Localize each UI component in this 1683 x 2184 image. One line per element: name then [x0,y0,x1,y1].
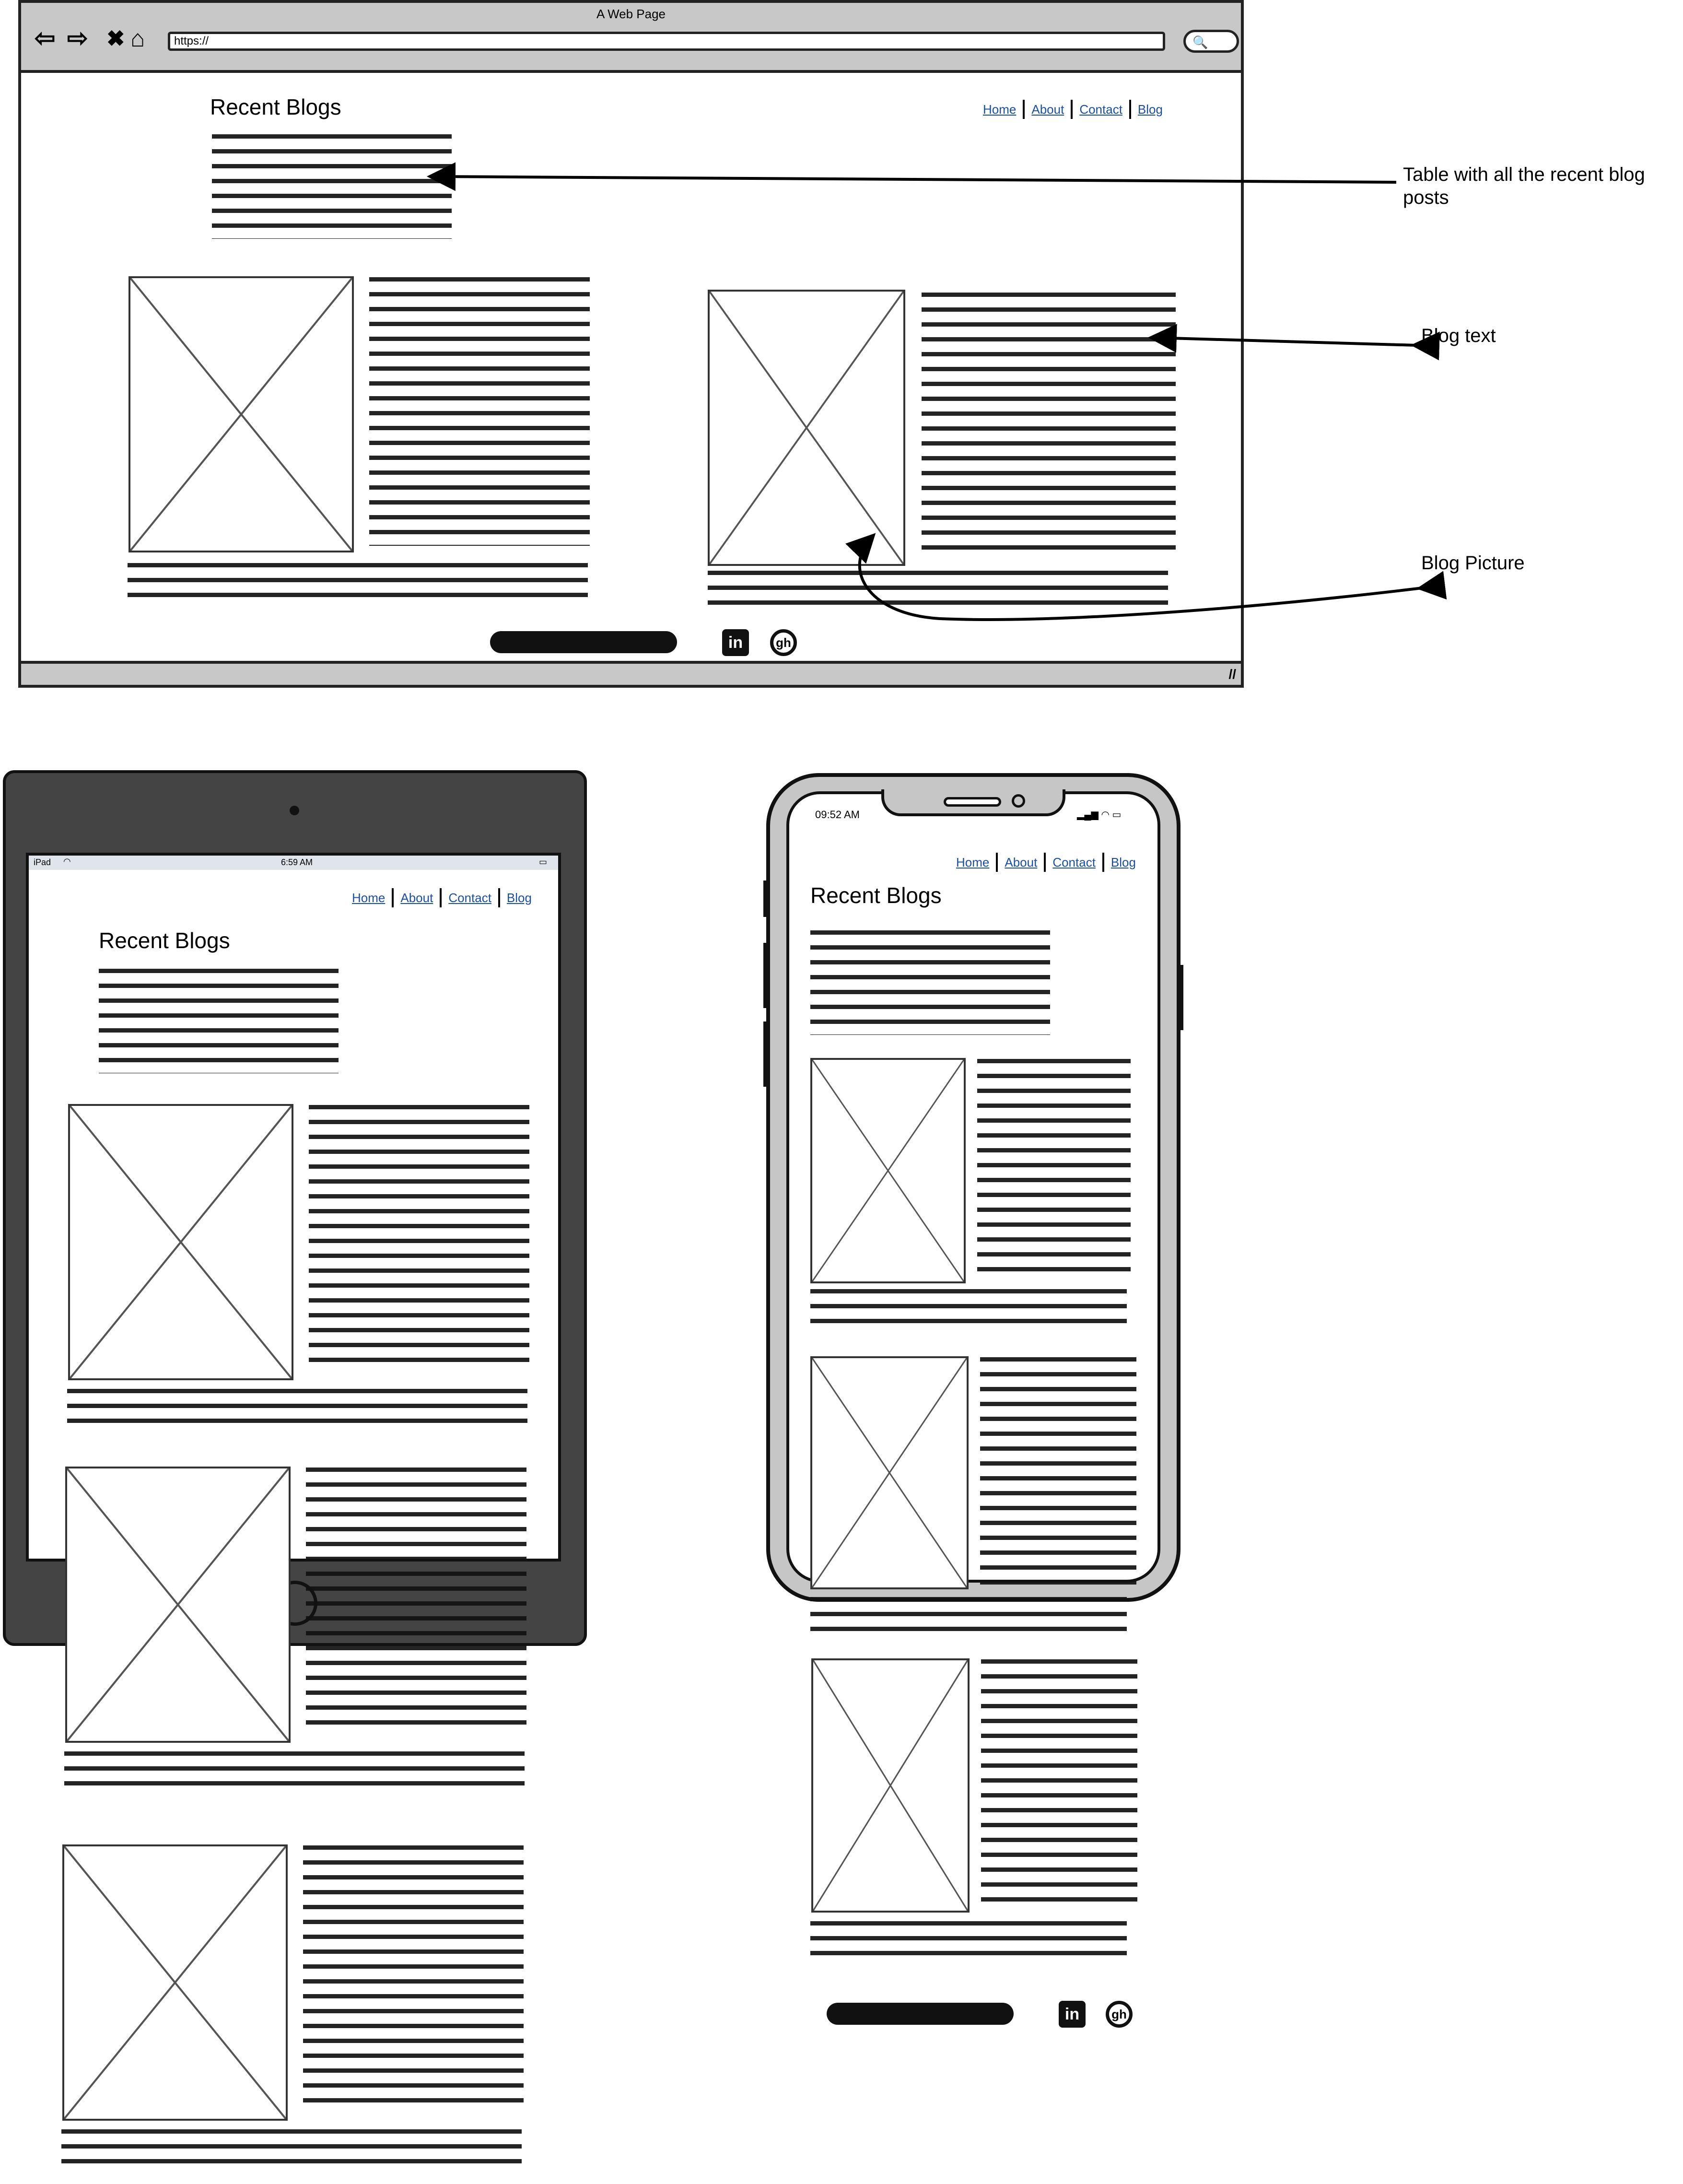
blog-text-placeholder [981,1659,1137,1909]
page-title: Recent Blogs [810,883,942,908]
page-title: Recent Blogs [99,928,230,953]
annotation-blog-picture: Blog Picture [1421,552,1525,574]
footer-logo-placeholder [827,2003,1014,2025]
nav-separator [392,888,394,907]
nav-link-blog[interactable]: Blog [1111,855,1136,870]
blog-picture-placeholder [62,1844,288,2121]
annotation-blog-text: Blog text [1421,325,1496,346]
blog-text-placeholder [810,1921,1127,1962]
tablet-clock: 6:59 AM [281,857,313,867]
nav-menu: Home About Contact Blog [352,888,532,907]
nav-separator [1102,853,1104,872]
blog-text-placeholder [977,1059,1131,1278]
annotation-arrow-table [427,162,1397,191]
blog-text-placeholder [67,1389,527,1430]
nav-separator [440,888,442,907]
linkedin-icon[interactable]: in [1059,2001,1086,2028]
tablet-status-bar: iPad ◠ 6:59 AM ▭ [29,856,558,870]
blog-text-placeholder [810,1289,1127,1330]
blog-picture-placeholder [810,1356,969,1589]
nav-separator [996,853,998,872]
blog-picture-placeholder [810,1058,966,1283]
blog-text-placeholder [64,1751,525,1793]
intro-text-placeholder [810,930,1050,1035]
blog-picture-placeholder [811,1658,970,1913]
blog-text-placeholder [980,1357,1136,1587]
github-icon[interactable]: gh [1106,2001,1133,2028]
blog-text-placeholder [303,1845,524,2112]
blog-picture-placeholder [68,1104,293,1380]
tablet-camera [290,806,299,815]
annotation-arrow-blog-picture [845,533,1447,621]
nav-link-home[interactable]: Home [352,891,385,905]
intro-text-placeholder [99,969,339,1073]
nav-link-contact[interactable]: Contact [1052,855,1096,870]
nav-link-contact[interactable]: Contact [448,891,491,905]
nav-separator [498,888,500,907]
phone-speaker [944,797,1001,807]
annotation-arrow-blog-text [1148,324,1440,361]
battery-icon: ▭ [539,857,548,867]
tablet-device-label: iPad [34,857,51,867]
blog-text-placeholder [306,1468,526,1734]
nav-link-blog[interactable]: Blog [507,891,532,905]
signal-wifi-battery-icon: ▂▄▆ ◠ ▭ [1077,810,1122,820]
wifi-icon: ◠ [63,857,71,866]
blog-text-placeholder [61,2129,522,2171]
nav-link-home[interactable]: Home [956,855,989,870]
phone-camera [1012,794,1025,808]
nav-menu: Home About Contact Blog [956,853,1136,872]
blog-text-placeholder [309,1105,529,1372]
blog-text-placeholder [810,1597,1127,1638]
blog-picture-placeholder [65,1467,291,1743]
nav-separator [1044,853,1046,872]
nav-link-about[interactable]: About [400,891,433,905]
phone-clock: 09:52 AM [815,809,860,821]
nav-link-about[interactable]: About [1005,855,1037,870]
annotation-table: Table with all the recent blog posts [1403,164,1645,208]
